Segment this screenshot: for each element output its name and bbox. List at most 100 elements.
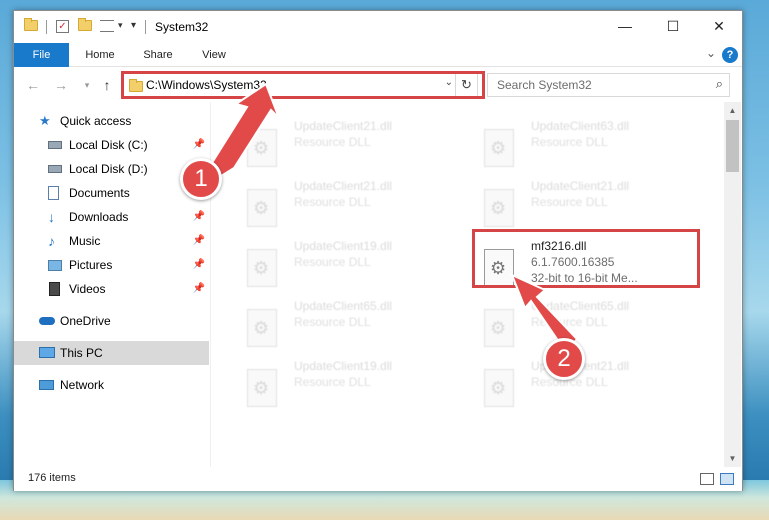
- pin-icon[interactable]: 📌: [193, 277, 205, 301]
- sidebar-item-quick-access[interactable]: ★ Quick access: [14, 109, 209, 133]
- videos-icon: [49, 282, 60, 296]
- pin-icon[interactable]: 📌: [193, 205, 205, 229]
- sidebar-item-label: Local Disk (D:): [69, 162, 148, 176]
- downloads-icon: ↓: [48, 209, 55, 225]
- drive-icon: [48, 141, 62, 149]
- large-icons-view-icon[interactable]: [720, 473, 734, 485]
- dll-file-icon: [247, 189, 277, 227]
- navigation-pane: ★ Quick access Local Disk (C:) 📌 Local D…: [14, 102, 211, 467]
- file-name: UpdateClient21.dll: [531, 179, 630, 193]
- minimize-button[interactable]: —: [602, 11, 648, 41]
- title-bar: ✓ ▾ ▾ System32 — ☐ ✕: [14, 11, 742, 43]
- file-highlight-box: [472, 229, 700, 288]
- chevron-down-icon[interactable]: ▾: [118, 20, 123, 34]
- file-name: UpdateClient21.dll: [294, 179, 393, 193]
- file-description: Resource DLL: [294, 255, 371, 269]
- file-name: UpdateClient65.dll: [531, 299, 630, 313]
- pin-icon[interactable]: 📌: [193, 253, 205, 277]
- drive-icon: [48, 165, 62, 173]
- dll-file-icon: [484, 129, 514, 167]
- file-description: Resource DLL: [531, 135, 608, 149]
- scroll-thumb[interactable]: [726, 120, 739, 172]
- pin-icon[interactable]: 📌: [193, 229, 205, 253]
- status-bar: 176 items: [14, 467, 742, 491]
- file-description: Resource DLL: [531, 315, 608, 329]
- sidebar-item-network[interactable]: Network: [14, 373, 209, 397]
- callout-badge-1: 1: [180, 158, 222, 200]
- sidebar-item-onedrive[interactable]: OneDrive: [14, 309, 209, 333]
- sidebar-item-local-disk-c[interactable]: Local Disk (C:) 📌: [14, 133, 209, 157]
- sidebar-item-label: Downloads: [69, 210, 129, 224]
- scroll-up-icon[interactable]: ▲: [724, 102, 741, 119]
- folder-icon: [24, 18, 38, 34]
- sidebar-item-videos[interactable]: Videos 📌: [14, 277, 209, 301]
- list-item[interactable]: UpdateClient21.dll Resource DLL: [222, 179, 442, 231]
- list-item[interactable]: UpdateClient19.dll Resource DLL: [222, 239, 442, 291]
- address-highlight-box: [121, 71, 485, 99]
- ribbon-tabs: File Home Share View ⌄ ?: [14, 43, 742, 67]
- callout-badge-2: 2: [543, 338, 585, 380]
- sidebar-item-label: Local Disk (C:): [69, 138, 148, 152]
- window-title: System32: [155, 20, 209, 34]
- dll-file-icon: [247, 369, 277, 407]
- cloud-icon: [39, 317, 55, 325]
- list-item[interactable]: UpdateClient21.dll Resource DLL: [222, 119, 442, 171]
- documents-icon: [48, 186, 59, 200]
- sidebar-item-label: Quick access: [60, 114, 132, 128]
- up-arrow-icon[interactable]: ↑: [98, 76, 116, 94]
- properties-icon[interactable]: ✓: [56, 20, 69, 33]
- file-name: UpdateClient65.dll: [294, 299, 393, 313]
- list-item[interactable]: UpdateClient21.dll Resource DLL: [459, 179, 679, 231]
- file-name: UpdateClient19.dll: [294, 239, 393, 253]
- dll-file-icon: [247, 129, 277, 167]
- network-icon: [39, 380, 54, 390]
- divider: [46, 20, 47, 34]
- maximize-button[interactable]: ☐: [650, 11, 696, 41]
- pin-icon[interactable]: 📌: [193, 133, 205, 157]
- close-button[interactable]: ✕: [696, 11, 742, 41]
- sidebar-item-downloads[interactable]: ↓ Downloads 📌: [14, 205, 209, 229]
- tab-share[interactable]: Share: [132, 43, 184, 67]
- sidebar-item-documents[interactable]: Documents: [14, 181, 209, 205]
- dll-file-icon: [484, 189, 514, 227]
- vertical-scrollbar[interactable]: ▲ ▼: [724, 102, 741, 467]
- file-description: Resource DLL: [294, 315, 371, 329]
- recent-locations-icon[interactable]: ▾: [78, 76, 96, 94]
- expand-ribbon-icon[interactable]: ⌄: [706, 46, 716, 60]
- dropdown-icon[interactable]: ▾: [131, 20, 136, 34]
- tab-home[interactable]: Home: [74, 43, 126, 67]
- item-count: 176 items: [28, 472, 76, 484]
- tab-file[interactable]: File: [14, 43, 69, 67]
- back-arrow-icon[interactable]: ←: [24, 76, 42, 94]
- sidebar-item-label: This PC: [60, 346, 103, 360]
- file-description: Resource DLL: [294, 375, 371, 389]
- file-description: Resource DLL: [294, 195, 371, 209]
- sidebar-item-this-pc[interactable]: This PC: [14, 341, 209, 365]
- details-view-icon[interactable]: [700, 473, 714, 485]
- forward-arrow-icon[interactable]: →: [52, 76, 70, 94]
- scroll-down-icon[interactable]: ▼: [724, 450, 741, 467]
- list-item[interactable]: UpdateClient19.dll Resource DLL: [222, 359, 442, 411]
- file-name: UpdateClient21.dll: [294, 119, 393, 133]
- sidebar-item-pictures[interactable]: Pictures 📌: [14, 253, 209, 277]
- customize-quick-access-icon[interactable]: [100, 20, 114, 32]
- search-input[interactable]: Search System32 ⌕: [487, 73, 730, 97]
- sidebar-item-label: Network: [60, 378, 105, 392]
- sidebar-item-music[interactable]: ♪ Music 📌: [14, 229, 209, 253]
- file-description: Resource DLL: [531, 195, 608, 209]
- sidebar-item-label: OneDrive: [60, 314, 111, 328]
- search-placeholder: Search System32: [497, 78, 592, 92]
- list-item[interactable]: UpdateClient65.dll Resource DLL: [222, 299, 442, 351]
- navigation-bar: ← → ▾ ↑ C:\Windows\System32 ⌄ ↻ Search S…: [14, 68, 742, 102]
- new-folder-icon[interactable]: [78, 18, 92, 34]
- divider: [145, 20, 146, 34]
- dll-file-icon: [484, 309, 514, 347]
- file-name: UpdateClient19.dll: [294, 359, 393, 373]
- sidebar-item-label: Documents: [69, 186, 130, 200]
- pc-icon: [39, 347, 55, 358]
- search-icon[interactable]: ⌕: [716, 76, 723, 92]
- dll-file-icon: [247, 249, 277, 287]
- list-item[interactable]: UpdateClient63.dll Resource DLL: [459, 119, 679, 171]
- tab-view[interactable]: View: [190, 43, 238, 67]
- help-button[interactable]: ?: [722, 47, 738, 63]
